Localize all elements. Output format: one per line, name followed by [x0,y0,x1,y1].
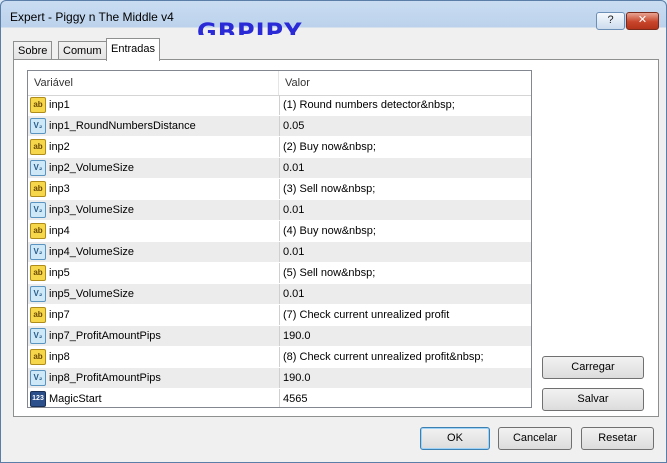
tab-sobre[interactable]: Sobre [13,41,53,60]
expert-properties-dialog: Expert - Piggy n The Middle v4 ? ✕ GBPJP… [0,0,667,463]
table-row[interactable]: V₂ inp5_VolumeSize 0.01 [28,284,531,305]
string-type-icon: ab [30,307,46,323]
string-type-icon: ab [30,265,46,281]
variable-cell: V₂ inp3_VolumeSize [28,200,280,220]
double-type-icon: V₂ [30,286,46,302]
title-bar[interactable]: Expert - Piggy n The Middle v4 ? ✕ [1,1,666,30]
inputs-grid[interactable]: Variável Valor ab inp1 (1) Round numbers d… [27,70,532,408]
variable-cell: V₂ inp5_VolumeSize [28,284,280,304]
save-button[interactable]: Salvar [542,388,644,411]
column-header-variable[interactable]: Variável [28,71,279,95]
value-cell[interactable]: 4565 [283,389,307,407]
variable-name: inp7 [49,309,70,321]
table-row[interactable]: V₂ inp3_VolumeSize 0.01 [28,200,531,221]
column-header-value[interactable]: Valor [279,71,525,95]
variable-name: inp8_ProfitAmountPips [49,372,161,384]
value-cell[interactable]: 0.01 [283,242,304,262]
variable-cell: ab inp3 [28,179,280,199]
value-cell[interactable]: (7) Check current unrealized profit [283,305,449,325]
variable-name: inp3 [49,183,70,195]
variable-cell: V₂ inp2_VolumeSize [28,158,280,178]
variable-name: inp3_VolumeSize [49,204,135,216]
dialog-client-area: Sobre Comum Entradas Variável Valor ab in… [8,35,659,455]
variable-name: inp7_ProfitAmountPips [49,330,161,342]
table-row[interactable]: ab inp1 (1) Round numbers detector&nbsp; [28,95,531,116]
variable-name: inp1_RoundNumbersDistance [49,120,196,132]
integer-type-icon: 123 [30,391,46,407]
string-type-icon: ab [30,223,46,239]
variable-name: MagicStart [49,393,102,405]
table-row[interactable]: V₂ inp4_VolumeSize 0.01 [28,242,531,263]
value-cell[interactable]: 0.01 [283,158,304,178]
string-type-icon: ab [30,181,46,197]
variable-cell: V₂ inp1_RoundNumbersDistance [28,116,280,136]
double-type-icon: V₂ [30,160,46,176]
variable-name: inp1 [49,99,70,111]
grid-header: Variável Valor [28,71,531,96]
grid-rows: ab inp1 (1) Round numbers detector&nbsp; V₂… [28,95,531,407]
value-cell[interactable]: (3) Sell now&nbsp; [283,179,375,199]
table-row[interactable]: 123 MagicStart 4565 [28,389,531,407]
help-button[interactable]: ? [596,12,625,30]
tab-entradas[interactable]: Entradas [106,38,161,61]
value-cell[interactable]: 190.0 [283,368,311,388]
inputs-tab-panel: Variável Valor ab inp1 (1) Round numbers d… [13,59,659,417]
value-cell[interactable]: (8) Check current unrealized profit&nbsp… [283,347,484,367]
string-type-icon: ab [30,97,46,113]
double-type-icon: V₂ [30,328,46,344]
variable-name: inp2_VolumeSize [49,162,135,174]
value-cell[interactable]: (4) Buy now&nbsp; [283,221,376,241]
double-type-icon: V₂ [30,202,46,218]
table-row[interactable]: ab inp7 (7) Check current unrealized profi… [28,305,531,326]
table-row[interactable]: ab inp3 (3) Sell now&nbsp; [28,179,531,200]
table-row[interactable]: ab inp2 (2) Buy now&nbsp; [28,137,531,158]
variable-name: inp8 [49,351,70,363]
variable-name: inp2 [49,141,70,153]
variable-name: inp4 [49,225,70,237]
value-cell[interactable]: 190.0 [283,326,311,346]
variable-name: inp5_VolumeSize [49,288,135,300]
double-type-icon: V₂ [30,244,46,260]
string-type-icon: ab [30,139,46,155]
variable-cell: V₂ inp4_VolumeSize [28,242,280,262]
table-row[interactable]: V₂ inp7_ProfitAmountPips 190.0 [28,326,531,347]
tab-comum[interactable]: Comum [58,41,107,60]
string-type-icon: ab [30,349,46,365]
variable-cell: ab inp2 [28,137,280,157]
value-cell[interactable]: 0.05 [283,116,304,136]
window-title: Expert - Piggy n The Middle v4 [10,10,174,24]
variable-cell: 123 MagicStart [28,389,280,407]
value-cell[interactable]: (2) Buy now&nbsp; [283,137,376,157]
variable-cell: ab inp5 [28,263,280,283]
table-row[interactable]: V₂ inp8_ProfitAmountPips 190.0 [28,368,531,389]
value-cell[interactable]: 0.01 [283,200,304,220]
table-row[interactable]: ab inp4 (4) Buy now&nbsp; [28,221,531,242]
ok-button[interactable]: OK [420,427,490,450]
table-row[interactable]: ab inp8 (8) Check current unrealized profi… [28,347,531,368]
table-row[interactable]: V₂ inp2_VolumeSize 0.01 [28,158,531,179]
close-button[interactable]: ✕ [626,12,659,30]
value-cell[interactable]: (1) Round numbers detector&nbsp; [283,95,455,115]
variable-cell: V₂ inp8_ProfitAmountPips [28,368,280,388]
variable-name: inp4_VolumeSize [49,246,135,258]
value-cell[interactable]: (5) Sell now&nbsp; [283,263,375,283]
load-button[interactable]: Carregar [542,356,644,379]
cancel-button[interactable]: Cancelar [498,427,572,450]
variable-cell: ab inp4 [28,221,280,241]
variable-cell: ab inp1 [28,95,280,115]
variable-cell: ab inp7 [28,305,280,325]
reset-button[interactable]: Resetar [581,427,654,450]
table-row[interactable]: ab inp5 (5) Sell now&nbsp; [28,263,531,284]
double-type-icon: V₂ [30,370,46,386]
variable-cell: ab inp8 [28,347,280,367]
double-type-icon: V₂ [30,118,46,134]
table-row[interactable]: V₂ inp1_RoundNumbersDistance 0.05 [28,116,531,137]
variable-name: inp5 [49,267,70,279]
variable-cell: V₂ inp7_ProfitAmountPips [28,326,280,346]
value-cell[interactable]: 0.01 [283,284,304,304]
